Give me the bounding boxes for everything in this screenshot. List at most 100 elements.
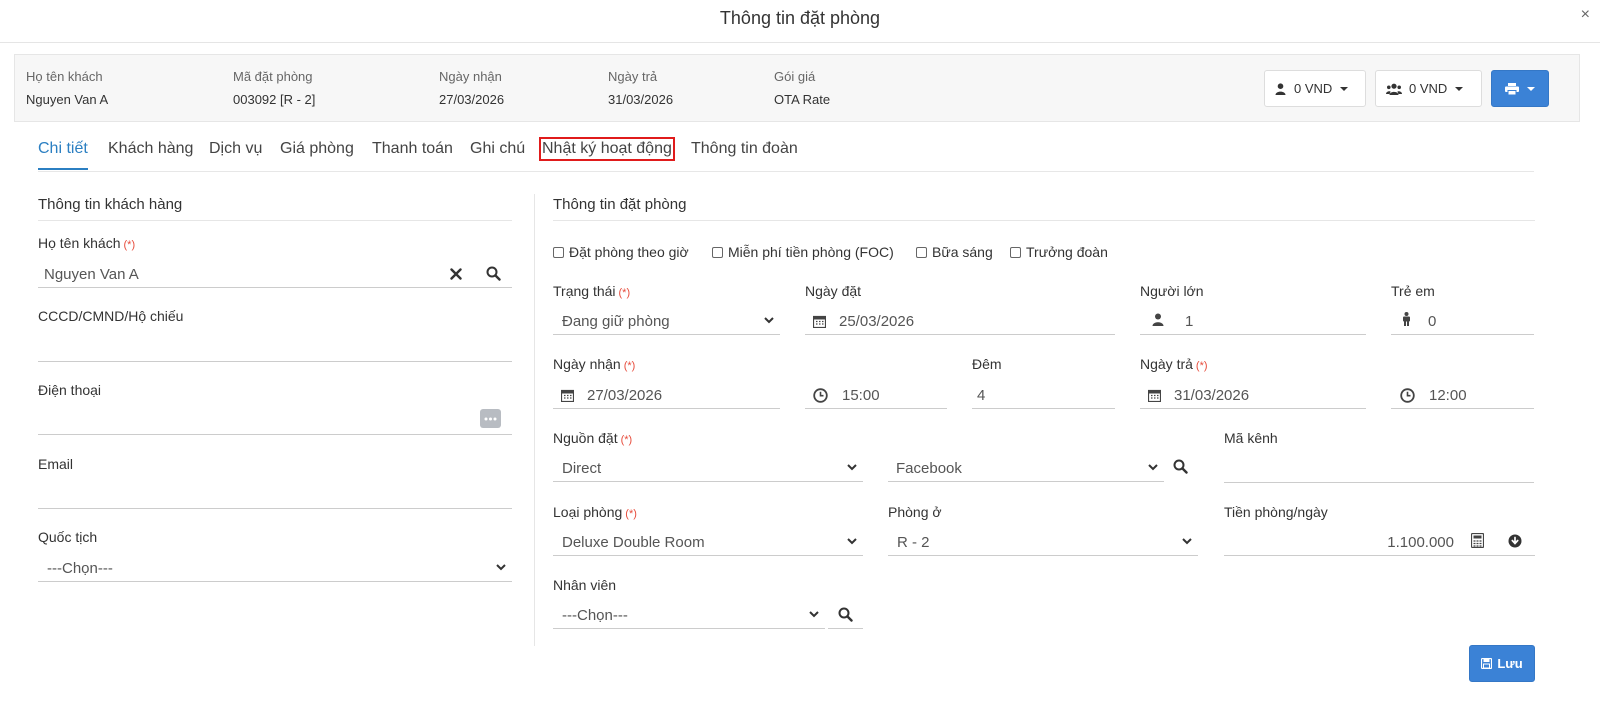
rate-value: 1.100.000 (1387, 534, 1454, 551)
hourly-booking-checkbox[interactable]: Đặt phòng theo giờ (553, 244, 689, 260)
guest-name-label: Họ tên khách (*) (38, 235, 136, 251)
rate-input[interactable]: 1.100.000 (1224, 530, 1460, 556)
nationality-select[interactable]: ---Chọn--- (38, 556, 512, 582)
staff-select[interactable]: ---Chọn--- (553, 603, 825, 629)
tab-dich-vu[interactable]: Dịch vụ (209, 140, 262, 158)
source-detail-value: Facebook (896, 460, 962, 477)
group-amount-label: 0 VND (1409, 81, 1448, 96)
checkin-label: Ngày nhận (*) (553, 356, 636, 372)
status-select[interactable]: Đang giữ phòng (553, 309, 780, 335)
email-input[interactable] (38, 483, 512, 509)
clock-icon (1400, 388, 1415, 403)
staff-search[interactable] (828, 603, 863, 629)
print-icon (1505, 82, 1519, 95)
email-label: Email (38, 456, 74, 472)
summary-guest: Họ tên khách Nguyen Van A (26, 69, 108, 107)
chevron-down-icon (1182, 538, 1192, 545)
checkout-time-value: 12:00 (1429, 387, 1467, 404)
calendar-icon (1148, 389, 1161, 402)
tab-thanh-toan[interactable]: Thanh toán (372, 140, 453, 158)
chevron-down-icon (496, 564, 506, 571)
users-icon (1386, 83, 1402, 95)
checkin-time-value: 15:00 (842, 387, 880, 404)
checkin-time-input[interactable]: 15:00 (805, 383, 947, 409)
clear-icon[interactable] (450, 268, 462, 280)
nights-label: Đêm (972, 356, 1002, 372)
summary-checkin-label: Ngày nhận (439, 69, 502, 84)
checkout-label: Ngày trả (*) (1140, 356, 1208, 372)
calendar-icon (813, 315, 826, 328)
adults-value: 1 (1185, 313, 1194, 330)
tab-thong-tin-doan[interactable]: Thông tin đoàn (691, 140, 798, 158)
tab-nhat-ky-hoat-dong[interactable]: Nhật ký hoạt động (539, 137, 675, 161)
guest-name-input[interactable]: Nguyen Van A (38, 262, 512, 288)
tab-ghi-chu[interactable]: Ghi chú (470, 140, 525, 158)
search-icon[interactable] (486, 266, 501, 281)
booking-summary: Họ tên khách Nguyen Van A Mã đặt phòng 0… (14, 54, 1580, 122)
booked-date-label: Ngày đặt (805, 283, 862, 299)
person-amount-button[interactable]: 0 VND (1264, 70, 1366, 107)
caret-down-icon (1527, 86, 1535, 91)
summary-rate-value: OTA Rate (774, 92, 831, 107)
summary-code-label: Mã đặt phòng (233, 69, 313, 84)
booked-date-input[interactable]: 25/03/2026 (805, 309, 1115, 335)
nights-value: 4 (977, 387, 986, 404)
booked-date-value: 25/03/2026 (839, 313, 915, 330)
adults-input[interactable]: 1 (1140, 309, 1366, 335)
room-value: R - 2 (897, 534, 930, 551)
chevron-down-icon (1148, 464, 1158, 471)
source-select[interactable]: Direct (553, 456, 863, 482)
foc-checkbox[interactable]: Miễn phí tiền phòng (FOC) (712, 244, 894, 260)
rate-label: Tiền phòng/ngày (1224, 504, 1328, 520)
phone-input[interactable] (38, 409, 512, 435)
summary-guest-label: Họ tên khách (26, 69, 103, 84)
id-number-label: CCCD/CMND/Hộ chiếu (38, 308, 184, 324)
room-select[interactable]: R - 2 (888, 530, 1198, 556)
room-type-value: Deluxe Double Room (562, 534, 705, 551)
group-leader-checkbox[interactable]: Trưởng đoàn (1010, 244, 1108, 260)
print-button[interactable] (1491, 70, 1549, 107)
checkin-date-value: 27/03/2026 (587, 387, 663, 404)
source-label: Nguồn đặt (*) (553, 430, 633, 446)
summary-guest-value: Nguyen Van A (26, 92, 109, 107)
nights-input[interactable]: 4 (972, 383, 1115, 409)
id-number-input[interactable] (38, 336, 512, 362)
group-amount-button[interactable]: 0 VND (1375, 70, 1482, 107)
search-icon[interactable] (1173, 459, 1188, 474)
column-separator (534, 194, 535, 646)
close-icon[interactable]: × (1581, 6, 1590, 24)
adults-label: Người lớn (1140, 283, 1204, 299)
children-input[interactable]: 0 (1391, 309, 1534, 335)
breakfast-checkbox[interactable]: Bữa sáng (916, 244, 993, 260)
phone-label: Điện thoại (38, 382, 102, 398)
room-label: Phòng ở (888, 504, 942, 520)
checkout-time-input[interactable]: 12:00 (1391, 383, 1534, 409)
checkbox-box (1010, 246, 1021, 258)
modal-header: Thông tin đặt phòng × (0, 0, 1600, 43)
user-icon (1152, 313, 1164, 326)
calculator-icon[interactable] (1471, 533, 1484, 548)
caret-down-icon (1340, 86, 1349, 91)
nationality-value: ---Chọn--- (47, 560, 113, 577)
checkout-date-input[interactable]: 31/03/2026 (1140, 383, 1366, 409)
staff-value: ---Chọn--- (562, 607, 628, 624)
children-value: 0 (1428, 313, 1437, 330)
room-type-select[interactable]: Deluxe Double Room (553, 530, 863, 556)
staff-label: Nhân viên (553, 577, 617, 593)
tab-chi-tiet[interactable]: Chi tiết (38, 140, 88, 170)
tab-khach-hang[interactable]: Khách hàng (108, 140, 193, 158)
tab-bar: Chi tiết Khách hàng Dịch vụ Giá phòng Th… (38, 130, 1534, 172)
source-value: Direct (562, 460, 602, 477)
channel-code-input[interactable] (1224, 457, 1534, 483)
status-label: Trạng thái (*) (553, 283, 631, 299)
save-button[interactable]: Lưu (1469, 645, 1535, 682)
tab-gia-phong[interactable]: Giá phòng (280, 140, 354, 158)
divider (38, 220, 512, 221)
arrow-down-circle-icon[interactable] (1508, 534, 1522, 548)
summary-code-value: 003092 [R - 2] (233, 92, 316, 107)
chevron-down-icon (847, 538, 857, 545)
more-options-icon[interactable] (480, 409, 501, 428)
source-detail-select[interactable]: Facebook (888, 456, 1164, 482)
chevron-down-icon (764, 317, 774, 324)
checkin-date-input[interactable]: 27/03/2026 (553, 383, 780, 409)
